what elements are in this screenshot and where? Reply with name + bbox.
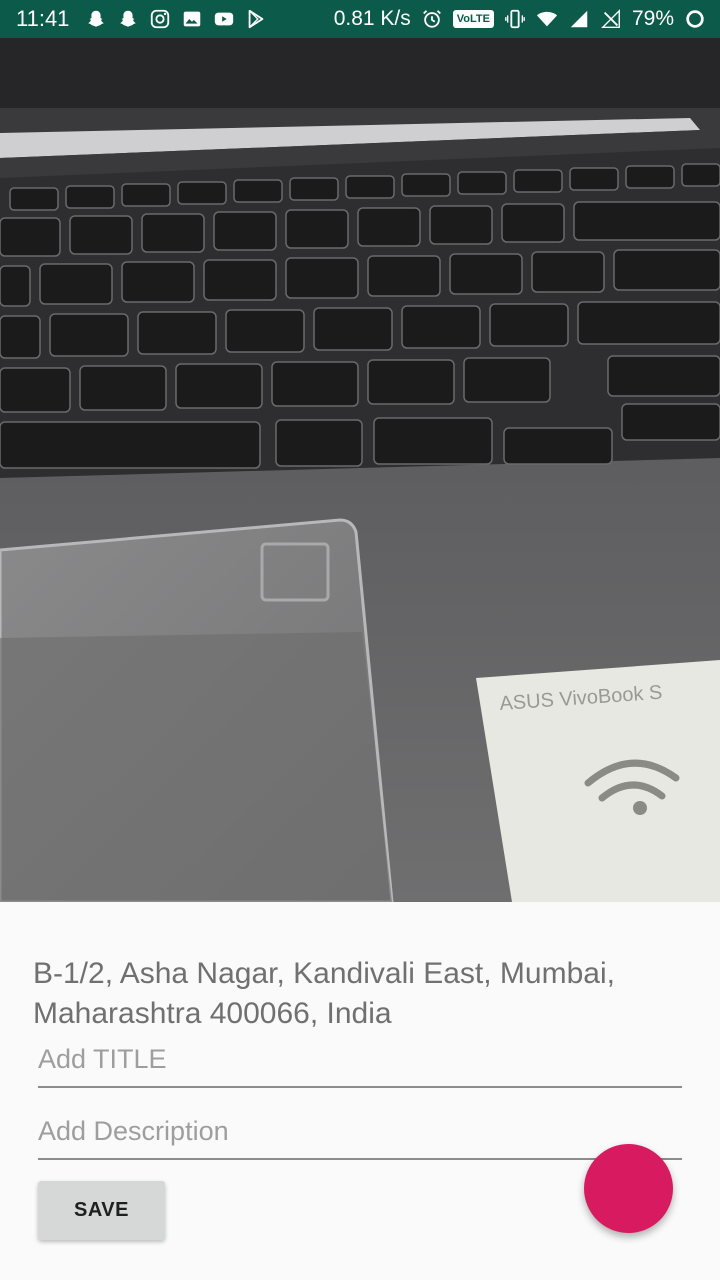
signal-icon <box>568 8 590 30</box>
gallery-icon <box>181 8 203 30</box>
network-speed: 0.81 K/s <box>333 7 411 30</box>
title-field[interactable] <box>38 1032 682 1088</box>
description-input[interactable] <box>38 1104 682 1158</box>
vibrate-icon <box>504 8 526 30</box>
volte-icon: VoLTE <box>452 10 494 28</box>
battery-icon <box>684 8 706 30</box>
location-form: B-1/2, Asha Nagar, Kandivali East, Mumba… <box>0 902 720 1280</box>
snapchat-icon <box>85 8 107 30</box>
wifi-icon <box>536 8 558 30</box>
alarm-icon <box>421 8 443 30</box>
youtube-icon <box>213 8 235 30</box>
status-bar-right: 0.81 K/s VoLTE 79% <box>334 7 706 31</box>
description-field[interactable] <box>38 1104 682 1160</box>
floating-action-button[interactable] <box>584 1144 673 1233</box>
battery-percent: 79% <box>631 7 674 30</box>
save-button[interactable]: SAVE <box>38 1181 165 1240</box>
captured-photo: ASUS VivoBook S <box>0 38 720 902</box>
instagram-icon <box>149 8 171 30</box>
address-text: B-1/2, Asha Nagar, Kandivali East, Mumba… <box>33 957 615 1030</box>
play-store-icon <box>245 8 267 30</box>
status-bar-left: 11:41 <box>16 6 267 32</box>
no-sim-icon <box>600 8 622 30</box>
clock: 11:41 <box>16 6 70 31</box>
status-bar: 11:41 0.81 K/s VoLTE 79% <box>0 0 720 38</box>
snapchat-icon <box>117 8 139 30</box>
title-input[interactable] <box>38 1032 682 1086</box>
